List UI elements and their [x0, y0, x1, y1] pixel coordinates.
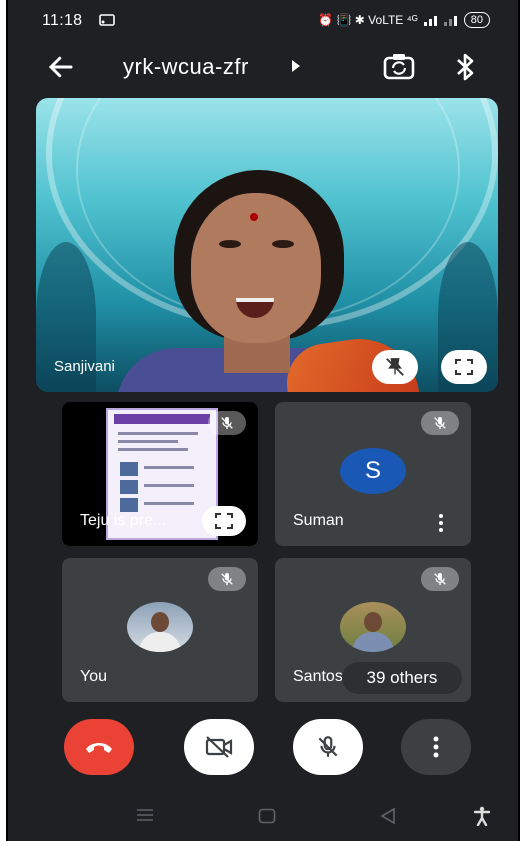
home-icon[interactable] — [258, 808, 276, 824]
camera-off-icon — [205, 736, 233, 758]
cast-icon — [99, 14, 115, 26]
speaker-eye — [219, 240, 241, 248]
muted-indicator — [421, 567, 459, 591]
presentation-tile[interactable]: Teju is pre... — [62, 402, 258, 546]
meeting-top-bar: yrk-wcua-zfr — [8, 44, 518, 90]
mic-off-icon — [221, 417, 233, 429]
poster-line — [118, 448, 188, 451]
mic-off-icon — [221, 573, 233, 585]
avatar — [340, 602, 406, 652]
caret-right-icon[interactable] — [291, 60, 301, 72]
poster-photo — [120, 462, 138, 476]
muted-indicator — [421, 411, 459, 435]
avatar: S — [340, 448, 406, 494]
poster-line — [118, 432, 198, 435]
fullscreen-button[interactable] — [441, 350, 487, 384]
poster-header — [114, 414, 210, 424]
main-speaker-tile[interactable]: Sanjivani — [36, 98, 498, 392]
more-options-button[interactable] — [401, 719, 471, 775]
avatar — [127, 602, 193, 652]
system-navigation-bar — [8, 790, 518, 841]
participant-name: Suman — [293, 512, 344, 529]
camera-toggle-button[interactable] — [184, 719, 254, 775]
participant-name: Santos — [293, 668, 343, 685]
microphone-toggle-button[interactable] — [293, 719, 363, 775]
poster-line — [144, 502, 194, 505]
pin-off-icon — [386, 358, 404, 376]
poster-photo — [120, 498, 138, 512]
fullscreen-icon — [215, 513, 233, 529]
accessibility-icon[interactable] — [474, 806, 490, 826]
meet-call-screen: 11:18 ⏰ 📳 ✱ VoLTE ⁴ᴳ 80 yrk-wcua-zfr San… — [8, 0, 518, 841]
screenshot-border-right — [518, 0, 524, 841]
status-bar: 11:18 ⏰ 📳 ✱ VoLTE ⁴ᴳ 80 — [8, 0, 518, 40]
poster-line — [144, 466, 194, 469]
meeting-code[interactable]: yrk-wcua-zfr — [123, 54, 249, 80]
participant-name: You — [80, 668, 107, 685]
end-call-button[interactable] — [64, 719, 134, 775]
poster-line — [144, 484, 194, 487]
muted-indicator — [208, 411, 246, 435]
screenshot-border-left — [0, 0, 8, 841]
more-vert-icon — [433, 736, 439, 758]
back-nav-icon[interactable] — [380, 808, 396, 824]
self-tile[interactable]: You — [62, 558, 258, 702]
arrow-left-icon[interactable] — [46, 52, 76, 82]
participant-tile[interactable]: S Suman — [275, 402, 471, 546]
presenting-label: Teju is pre... — [80, 512, 167, 529]
speaker-eye — [272, 240, 294, 248]
muted-indicator — [208, 567, 246, 591]
status-indicator-icons: ⏰ 📳 ✱ VoLTE ⁴ᴳ — [318, 13, 418, 27]
more-vert-icon[interactable] — [439, 514, 443, 532]
bluetooth-icon[interactable] — [454, 52, 476, 82]
fullscreen-icon — [455, 359, 473, 375]
phone-hangup-icon — [86, 743, 112, 753]
recent-apps-icon[interactable] — [136, 808, 154, 822]
mic-off-icon — [434, 417, 446, 429]
unpin-button[interactable] — [372, 350, 418, 384]
signal-icon — [423, 16, 457, 26]
poster-photo — [120, 480, 138, 494]
status-icons: ⏰ 📳 ✱ VoLTE ⁴ᴳ 80 — [318, 12, 490, 28]
others-count-chip[interactable]: 39 others — [342, 662, 462, 694]
mic-off-icon — [318, 736, 338, 757]
fullscreen-button[interactable] — [202, 506, 246, 536]
mic-off-icon — [434, 573, 446, 585]
flip-camera-icon[interactable] — [382, 52, 416, 82]
status-time: 11:18 — [42, 12, 83, 29]
participant-name: Sanjivani — [54, 358, 115, 375]
battery-indicator: 80 — [463, 12, 490, 28]
poster-line — [118, 440, 178, 443]
speaker-bindi — [250, 213, 258, 221]
